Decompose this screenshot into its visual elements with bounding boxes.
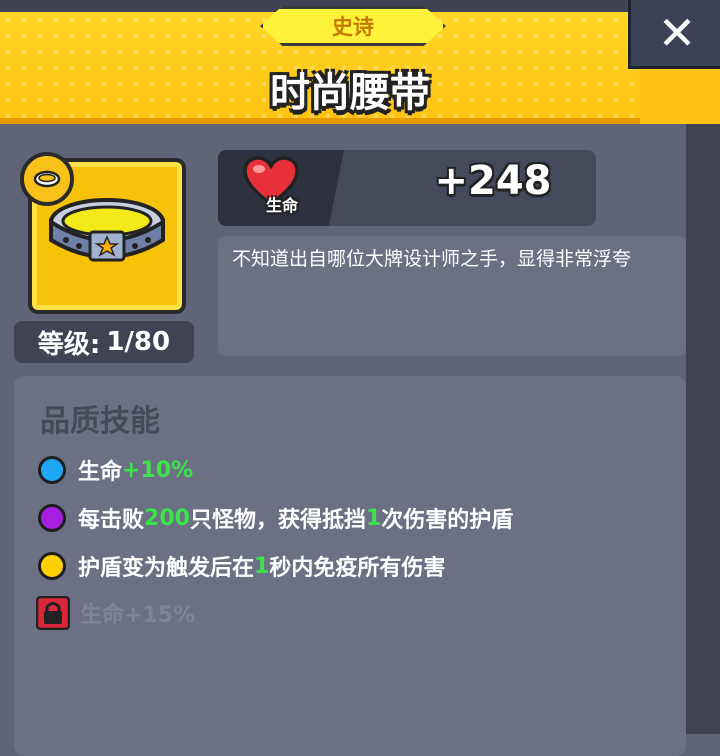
skill-dot-icon xyxy=(38,504,66,532)
locked-skill-item: 生命+15% xyxy=(36,596,195,630)
skill-item: 生命 +10% xyxy=(38,454,193,486)
stat-value: +248 xyxy=(434,158,552,204)
skill-text: 只怪物，获得抵挡 xyxy=(189,508,366,533)
skill-dot-icon xyxy=(38,456,66,484)
close-button[interactable]: ✕ xyxy=(628,0,720,69)
quality-skills-panel: 品质技能 生命 +10% 每击败 200 只怪物，获得抵挡 1 次伤害的护盾 护… xyxy=(14,376,686,756)
skills-title: 品质技能 xyxy=(40,404,160,439)
skill-highlight: 1 xyxy=(365,505,382,531)
close-icon[interactable]: ✕ xyxy=(658,6,697,60)
skill-text: 次伤害的护盾 xyxy=(381,508,514,533)
right-edge xyxy=(686,124,720,734)
skill-dot-icon xyxy=(38,552,66,580)
skill-item: 护盾变为触发后在 1 秒内免疫所有伤害 xyxy=(38,550,445,582)
item-description: 不知道出自哪位大牌设计师之手，显得非常浮夸 xyxy=(218,236,686,356)
belt-badge-icon xyxy=(20,152,74,206)
skill-text: 护盾变为触发后在 xyxy=(78,556,255,581)
stat-label: 生命 xyxy=(266,196,299,215)
level-display: 等级: 1/80 xyxy=(14,321,194,363)
skill-highlight: 1 xyxy=(254,553,270,579)
skill-item: 每击败 200 只怪物，获得抵挡 1 次伤害的护盾 xyxy=(38,502,513,534)
locked-skill-text: 生命+15% xyxy=(80,603,196,628)
lock-icon xyxy=(36,596,70,630)
item-title: 时尚腰带 xyxy=(270,70,430,116)
skill-highlight: +10% xyxy=(122,457,194,483)
rarity-tag: 史诗 xyxy=(260,6,446,46)
stat-panel: 生命 +248 xyxy=(218,150,596,226)
skill-text: 秒内免疫所有伤害 xyxy=(269,556,446,581)
header-banner: 史诗 时尚腰带 xyxy=(0,6,640,124)
level-value: 1/80 xyxy=(106,327,171,357)
level-label: 等级: xyxy=(37,329,101,360)
skill-text: 生命 xyxy=(78,460,123,485)
skill-highlight: 200 xyxy=(144,505,190,531)
belt-icon xyxy=(49,198,165,262)
skill-text: 每击败 xyxy=(78,508,145,533)
